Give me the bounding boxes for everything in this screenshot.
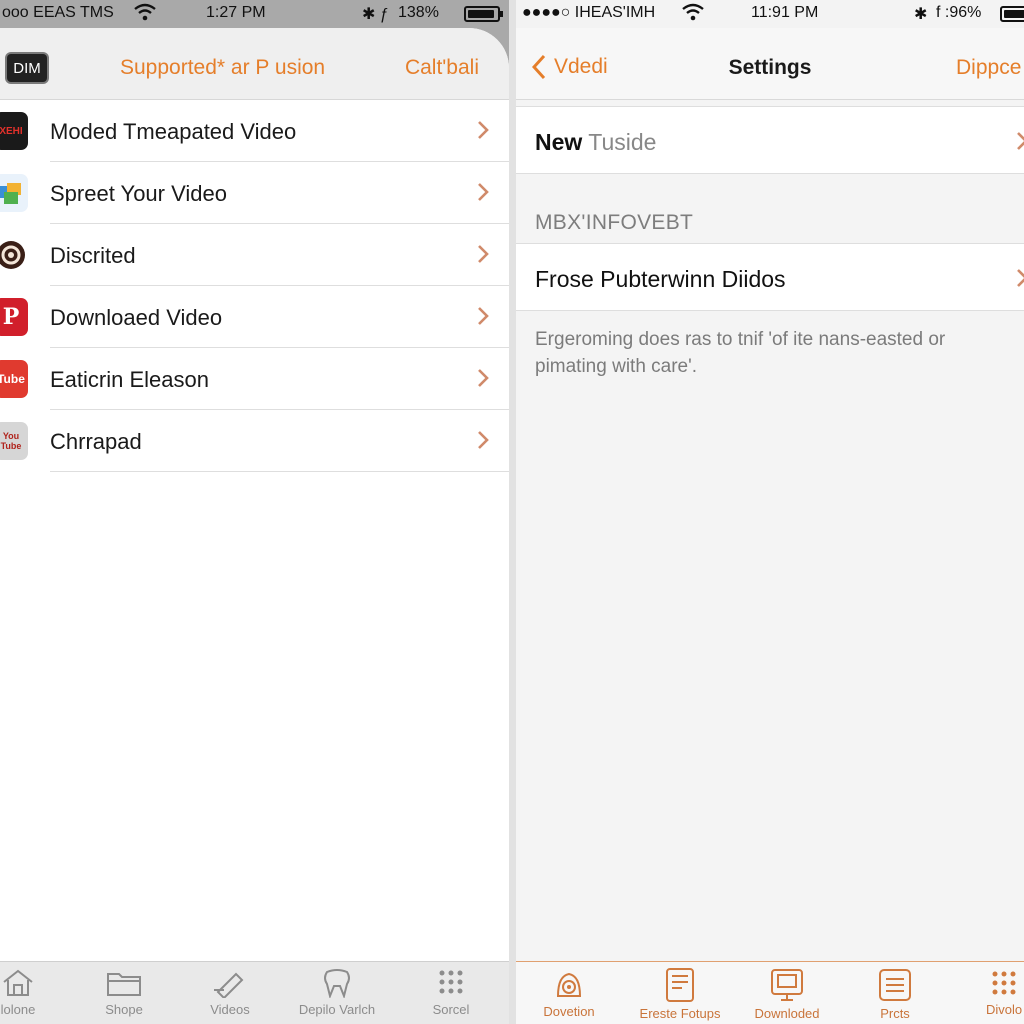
header-action-button[interactable]: Calt'bali [405,56,479,80]
tab-dovetion[interactable]: Dovetion [519,966,619,1024]
netflix-app-icon: XEHI [0,112,28,150]
battery-percent: f :96% [936,4,982,21]
status-time: 11:91 PM [751,4,819,21]
carrier-label: ●●●●○ IHEAS'IMH [522,4,656,21]
tab-label: Downloded [754,1006,820,1021]
source-list: XEHI Moded Tmeapated Video Spreet Your V… [0,100,509,472]
list-item-label: Spreet Your Video [50,181,227,206]
status-time: 1:27 PM [206,4,266,21]
cell-label-bold: New [535,129,583,155]
list-icon [879,969,911,1001]
pinterest-app-icon: P [0,298,28,336]
screen-divider [509,0,516,1024]
list-item[interactable]: Spreet Your Video [0,162,509,224]
page-title: Settings [728,56,812,79]
settings-cell-frose[interactable]: Frose Pubterwinn Diidos [516,243,1024,311]
download-monitor-icon [771,969,803,1001]
tab-label: lolone [0,1002,36,1017]
list-item[interactable]: Tube Eaticrin Eleason [0,348,509,410]
settings-cell-new[interactable]: New Tuside [516,106,1024,174]
list-item[interactable]: XEHI Moded Tmeapated Video [0,100,509,162]
section-footnote: Ergeroming does ras to tnif 'of ite nans… [535,329,946,377]
list-item-label: Discrited [50,243,136,268]
tab-videos[interactable]: Videos [180,966,280,1024]
pencil-icon [214,972,244,998]
list-item-label: Eaticrin Eleason [50,367,209,392]
tab-shope[interactable]: Shope [74,966,174,1024]
tab-sorcel[interactable]: Sorcel [401,966,501,1024]
disc-app-icon [0,236,28,274]
section-header: MBX'INFOVEBT [535,211,694,234]
battery-icon [1000,6,1024,22]
status-bar: ooo EEAS TMS 1:27 PM ✱ ƒ 138% [0,0,509,28]
home-icon [3,969,33,996]
chevron-right-icon [1017,269,1024,287]
sheet-header: DIM Supported* ar P usion Calt'bali [0,28,509,100]
tab-bar: Dovetion Ereste Fotups Downloded Prcts D… [516,961,1024,1024]
chevron-right-icon [478,121,489,139]
youtube-classic-app-icon: You Tube [0,422,28,460]
chevron-right-icon [478,307,489,325]
cell-label: New Tuside [535,129,656,156]
battery-icon [464,6,503,22]
tab-label: Sorcel [432,1002,470,1017]
wifi-icon [134,3,156,26]
supported-sheet: DIM Supported* ar P usion Calt'bali XEHI… [0,28,509,961]
grid-icon [439,970,463,994]
chevron-right-icon [1017,132,1024,150]
dim-button[interactable]: DIM [7,54,47,82]
chevron-right-icon [478,183,489,201]
list-item[interactable]: You Tube Chrrapad [0,410,509,472]
tab-label: Dovetion [543,1004,595,1019]
tab-prcts[interactable]: Prcts [845,966,945,1024]
tab-label: Divolo [985,1002,1023,1017]
bluetooth-icon: ✱ ƒ [362,6,389,23]
list-item-label: Chrrapad [50,429,142,454]
tab-ereste-fotups[interactable]: Ereste Fotups [630,966,730,1024]
tab-divolo[interactable]: Divolo [954,966,1024,1024]
tab-label: Prcts [880,1006,910,1021]
tab-depilo-varlch[interactable]: Depilo Varlch [287,966,387,1024]
photos-app-icon [0,174,28,212]
navigation-bar: Vdedi Settings Dippce [516,28,1024,100]
cell-label: Frose Pubterwinn Diidos [535,266,786,292]
tooth-icon [324,969,350,998]
list-item[interactable]: Discrited [0,224,509,286]
sheet-title: Supported* ar P usion [120,56,326,79]
dots-grid-icon [992,971,1016,995]
camera-icon [556,972,582,997]
right-screen: ●●●●○ IHEAS'IMH 11:91 PM ✱ f :96% Vdedi … [516,0,1024,1024]
list-item-label: Moded Tmeapated Video [50,119,297,144]
wifi-icon [682,3,704,26]
tab-downloded[interactable]: Downloded [737,966,837,1024]
tab-label: Shope [105,1002,143,1017]
tab-label: Videos [210,1002,250,1017]
chevron-right-icon [478,369,489,387]
chevron-right-icon [478,431,489,449]
tab-label: Ereste Fotups [639,1006,721,1021]
battery-percent: 138% [398,4,439,21]
tab-home[interactable]: lolone [0,966,68,1024]
folder-icon [107,973,141,996]
bluetooth-icon: ✱ [914,6,928,23]
nav-right-button[interactable]: Dippce [956,56,1021,80]
cell-label-muted: Tuside [588,129,657,155]
list-item-label: Downloaed Video [50,305,223,330]
youtube-app-icon: Tube [0,360,28,398]
chevron-right-icon [478,245,489,263]
carrier-label: ooo EEAS TMS [2,4,114,21]
status-bar: ●●●●○ IHEAS'IMH 11:91 PM ✱ f :96% [516,0,1024,28]
left-screen: ooo EEAS TMS 1:27 PM ✱ ƒ 138% DIM Suppor… [0,0,509,1024]
tab-bar: lolone Shope Videos Depilo Varlch Sorcel [0,961,509,1024]
tablet-icon [666,968,694,1002]
list-item[interactable]: P Downloaed Video [0,286,509,348]
tab-label: Depilo Varlch [298,1002,376,1017]
